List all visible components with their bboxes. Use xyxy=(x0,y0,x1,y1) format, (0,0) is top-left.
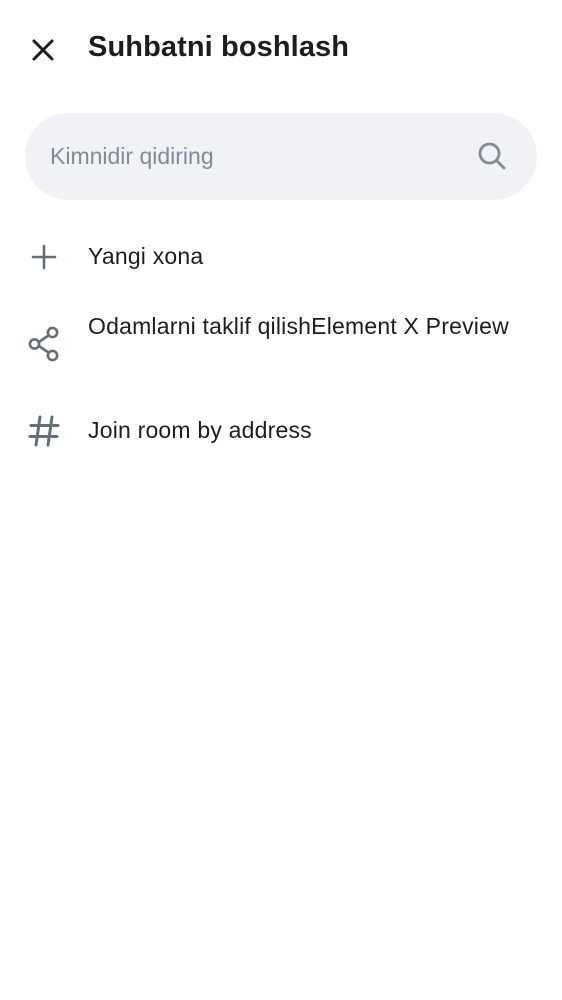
new-room-label: Yangi xona xyxy=(88,243,204,269)
invite-people-item[interactable]: Odamlarni taklif qilishElement X Preview xyxy=(0,306,562,386)
invite-people-label: Odamlarni taklif qilishElement X Preview xyxy=(88,313,509,339)
top-app-bar: Suhbatni boshlash xyxy=(0,0,562,100)
search-icon[interactable] xyxy=(476,140,508,172)
share-icon xyxy=(25,325,63,363)
join-by-address-item[interactable]: Join room by address xyxy=(0,408,562,458)
hash-icon xyxy=(25,412,63,450)
page-title: Suhbatni boshlash xyxy=(88,31,350,63)
join-by-address-label: Join room by address xyxy=(88,417,312,443)
search-bar[interactable] xyxy=(25,113,537,200)
new-room-item[interactable]: Yangi xona xyxy=(0,232,562,282)
close-button[interactable] xyxy=(20,27,66,73)
search-input[interactable] xyxy=(50,113,470,200)
plus-icon xyxy=(25,238,63,276)
close-icon xyxy=(32,39,54,61)
